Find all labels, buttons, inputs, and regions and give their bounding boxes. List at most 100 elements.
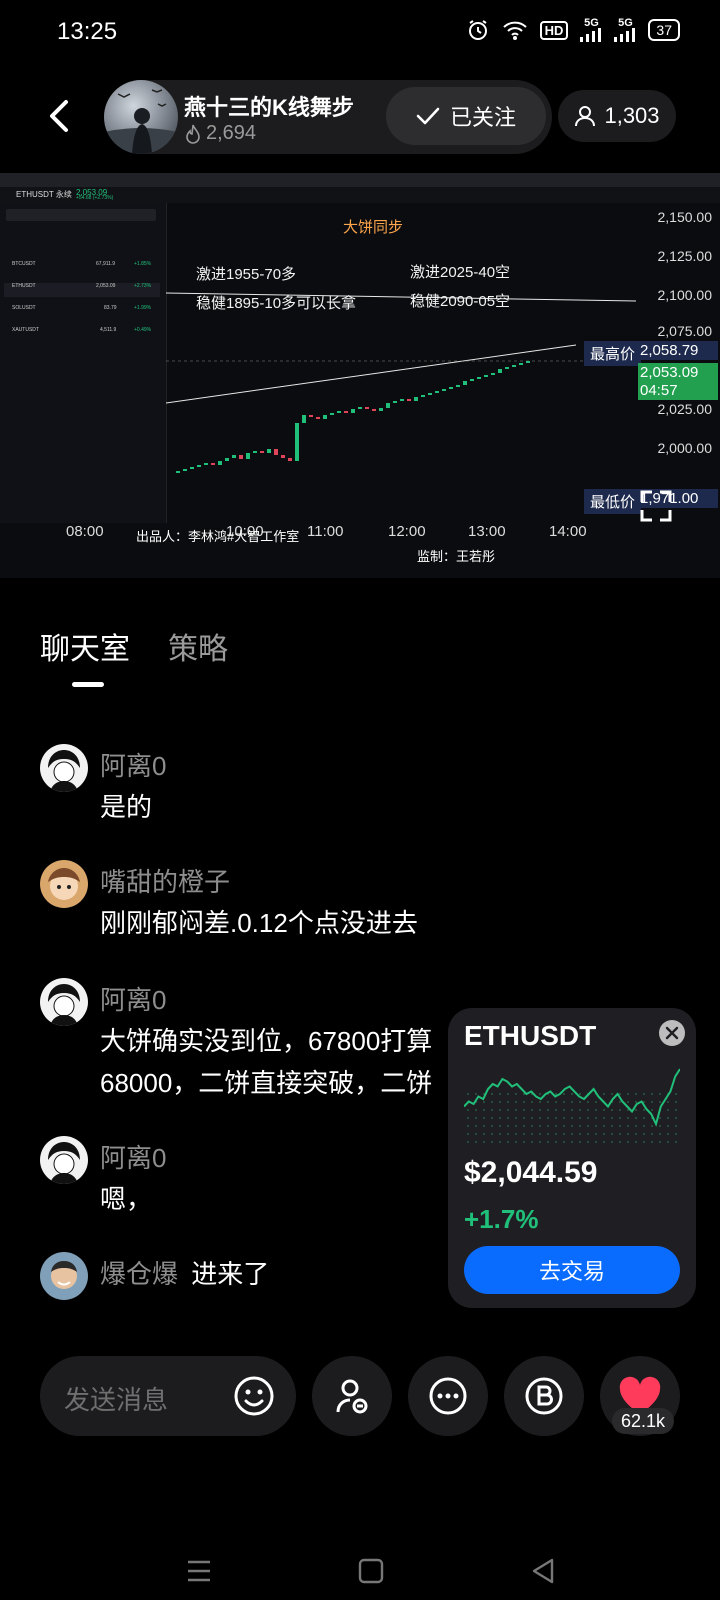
bitcoin-button[interactable] bbox=[504, 1356, 584, 1436]
sparkline-dot bbox=[523, 1109, 525, 1111]
sparkline-dot bbox=[619, 1109, 621, 1111]
hd-icon: HD bbox=[539, 20, 569, 40]
sparkline-dot bbox=[675, 1109, 677, 1111]
sparkline-dot bbox=[603, 1109, 605, 1111]
trade-button[interactable]: 去交易 bbox=[464, 1246, 680, 1294]
sparkline-dot bbox=[659, 1141, 661, 1143]
sparkline-dot bbox=[491, 1117, 493, 1119]
sparkline-dot bbox=[571, 1109, 573, 1111]
candle bbox=[253, 451, 257, 453]
message-text: 进来了 bbox=[191, 1259, 270, 1289]
sparkline-dot bbox=[651, 1109, 653, 1111]
sparkline-dot bbox=[579, 1141, 581, 1143]
message-username[interactable]: 嘴甜的橙子 bbox=[100, 862, 230, 899]
user-avatar[interactable] bbox=[40, 744, 88, 792]
candle bbox=[442, 389, 446, 391]
more-button[interactable] bbox=[408, 1356, 488, 1436]
high-price-value: 2,058.79 bbox=[638, 341, 718, 360]
message-input-placeholder: 发送消息 bbox=[64, 1385, 169, 1415]
message-username[interactable]: 阿离0 bbox=[100, 746, 166, 783]
sparkline-dot bbox=[627, 1125, 629, 1127]
watchlist-panel: BTCUSDT 67,911.9 +1.85% ETHUSDT 2,053.09… bbox=[0, 203, 167, 523]
sparkline-dot bbox=[595, 1133, 597, 1135]
message-input[interactable]: 发送消息 bbox=[40, 1356, 296, 1436]
candle bbox=[435, 391, 439, 393]
sparkline-dot bbox=[507, 1141, 509, 1143]
message-username[interactable]: 阿离0 bbox=[100, 980, 166, 1017]
x-tick: 08:00 bbox=[66, 523, 104, 540]
candle bbox=[400, 399, 404, 401]
sparkline-dot bbox=[627, 1101, 629, 1103]
sparkline-dot bbox=[475, 1141, 477, 1143]
sparkline-dot bbox=[611, 1117, 613, 1119]
candle bbox=[477, 377, 481, 379]
candle bbox=[211, 463, 215, 465]
candle bbox=[344, 411, 348, 413]
live-stream-video[interactable]: ETHUSDT 永续 2,053.09 +54.68 (+2.73%) BTCU… bbox=[0, 173, 720, 578]
ticker-card-close-button[interactable] bbox=[659, 1020, 685, 1046]
home-button[interactable] bbox=[356, 1556, 386, 1586]
sparkline-dot bbox=[619, 1093, 621, 1095]
sparkline-dot bbox=[499, 1133, 501, 1135]
sparkline-dot bbox=[579, 1117, 581, 1119]
candle bbox=[519, 363, 523, 365]
candle bbox=[484, 375, 488, 377]
sparkline-dot bbox=[531, 1101, 533, 1103]
sparkline-dot bbox=[635, 1141, 637, 1143]
stream-credit-producer: 出品人：李林鸿#大智工作室 bbox=[136, 529, 300, 544]
sparkline-dot bbox=[475, 1117, 477, 1119]
user-avatar[interactable] bbox=[40, 1252, 88, 1300]
candle bbox=[365, 407, 369, 409]
sparkline-dot bbox=[507, 1117, 509, 1119]
emoji-button[interactable] bbox=[230, 1372, 278, 1420]
sparkline-dot bbox=[659, 1125, 661, 1127]
sparkline-dot bbox=[587, 1141, 589, 1143]
back-nav-button[interactable] bbox=[528, 1556, 558, 1586]
sparkline-dot bbox=[491, 1133, 493, 1135]
candle-countdown: 04:57 bbox=[638, 381, 718, 400]
sparkline-dot bbox=[587, 1133, 589, 1135]
sparkline-dot bbox=[555, 1117, 557, 1119]
sparkline-dot bbox=[491, 1109, 493, 1111]
current-price: 2,053.09 bbox=[638, 363, 718, 382]
user-avatar[interactable] bbox=[40, 1136, 88, 1184]
sparkline-dot bbox=[523, 1101, 525, 1103]
sparkline-dot bbox=[643, 1109, 645, 1111]
follow-button[interactable]: 已关注 bbox=[386, 87, 546, 145]
user-avatar[interactable] bbox=[40, 978, 88, 1026]
user-link-button[interactable] bbox=[312, 1356, 392, 1436]
message-text: 大饼确实没到位，67800打算 bbox=[100, 1026, 433, 1056]
sparkline-dot bbox=[667, 1133, 669, 1135]
annotation-aggressive-long: 激进1955-70多 bbox=[196, 266, 297, 283]
sparkline-dot bbox=[491, 1101, 493, 1103]
message-username[interactable]: 爆仓爆 bbox=[100, 1259, 178, 1289]
candle bbox=[239, 455, 243, 459]
ticker-card[interactable]: ETHUSDT $2,044.59 +1.7% 去交易 bbox=[448, 1008, 696, 1308]
wl-value: 83.79 bbox=[104, 305, 117, 311]
sparkline-dot bbox=[563, 1133, 565, 1135]
tab-strategy[interactable]: 策略 bbox=[168, 624, 228, 668]
sparkline-dot bbox=[515, 1125, 517, 1127]
battery-icon: 37 bbox=[648, 19, 680, 41]
viewer-count[interactable]: 1,303 bbox=[558, 90, 676, 142]
host-heat: 2,694 bbox=[184, 122, 256, 145]
message-username[interactable]: 阿离0 bbox=[100, 1138, 166, 1175]
host-avatar[interactable] bbox=[104, 80, 178, 154]
fullscreen-button[interactable] bbox=[638, 488, 674, 524]
sparkline-dot bbox=[595, 1117, 597, 1119]
wl-symbol: BTCUSDT bbox=[12, 261, 36, 267]
candles bbox=[176, 361, 530, 473]
sparkline-dot bbox=[635, 1109, 637, 1111]
sparkline-dot bbox=[547, 1109, 549, 1111]
sparkline-dot bbox=[499, 1101, 501, 1103]
bitcoin-icon bbox=[525, 1377, 563, 1415]
heat-value: 2,694 bbox=[206, 122, 257, 144]
wifi-icon bbox=[502, 19, 528, 41]
user-avatar[interactable] bbox=[40, 860, 88, 908]
tab-chatroom[interactable]: 聊天室 bbox=[40, 624, 130, 668]
ticker-change: +54.68 (+2.73%) bbox=[76, 195, 114, 201]
sparkline-dot bbox=[483, 1125, 485, 1127]
sparkline-dot bbox=[635, 1125, 637, 1127]
recents-button[interactable] bbox=[184, 1556, 214, 1586]
back-button[interactable] bbox=[44, 96, 74, 136]
